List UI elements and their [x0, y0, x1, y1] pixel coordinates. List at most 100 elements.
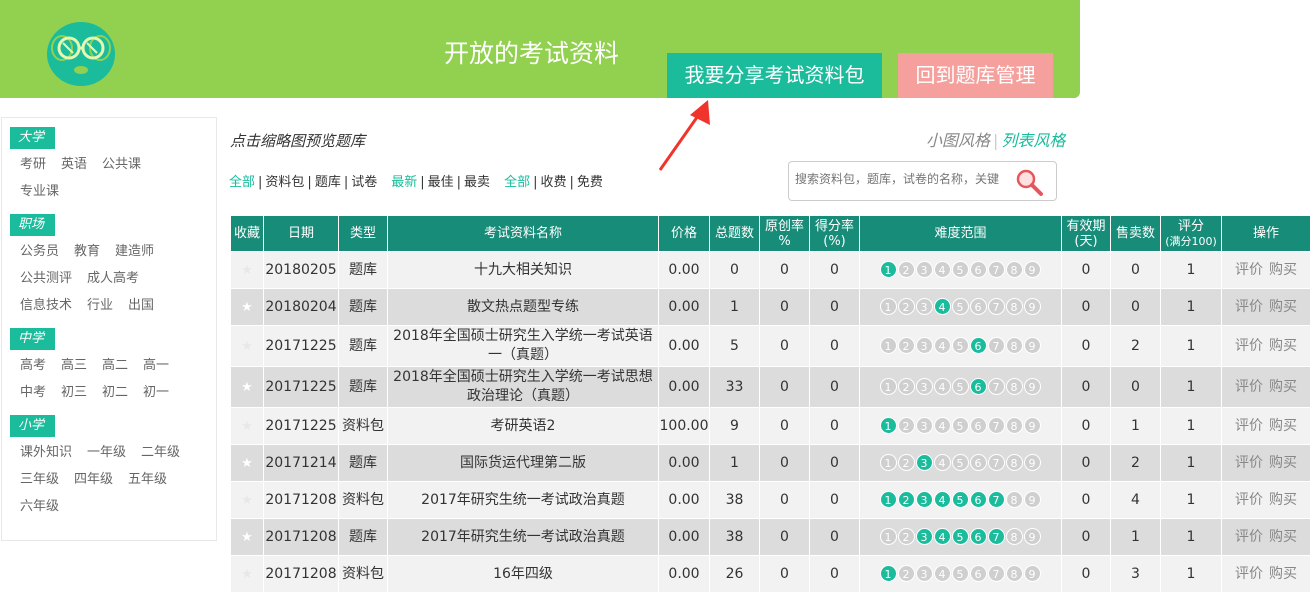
- review-link[interactable]: 评价: [1235, 418, 1263, 434]
- name-cell: 散文热点题型专练: [387, 288, 659, 326]
- sidebar-item[interactable]: 三年级: [20, 466, 59, 493]
- buy-link[interactable]: 购买: [1269, 566, 1297, 582]
- type-cell: 题库: [338, 518, 388, 556]
- difficulty-cell: 123456789: [859, 407, 1062, 445]
- sidebar-item[interactable]: 初一: [143, 379, 169, 406]
- review-link[interactable]: 评价: [1235, 262, 1263, 278]
- buy-link[interactable]: 购买: [1269, 299, 1297, 315]
- difficulty-level: 3: [915, 527, 933, 545]
- sidebar-category-title[interactable]: 职场: [10, 214, 55, 236]
- sidebar-category: 小学 课外知识 一年级 二年级三年级 四年级 五年级六年级: [10, 406, 216, 520]
- sidebar-item[interactable]: 考研: [20, 151, 46, 178]
- star-icon[interactable]: ★: [241, 493, 253, 508]
- buy-link[interactable]: 购买: [1269, 529, 1297, 545]
- ops-cell: 评价 购买: [1221, 407, 1311, 445]
- sidebar-item[interactable]: 公务员: [20, 238, 59, 265]
- name-cell: 16年四级: [387, 555, 659, 593]
- review-link[interactable]: 评价: [1235, 529, 1263, 545]
- back-to-question-bank-button[interactable]: 回到题库管理: [898, 53, 1053, 98]
- sidebar-item[interactable]: 教育: [74, 238, 100, 265]
- difficulty-level: 5: [951, 527, 969, 545]
- sidebar-item[interactable]: 成人高考: [87, 265, 139, 292]
- sidebar-item[interactable]: 课外知识: [20, 439, 72, 466]
- filter-option[interactable]: 免费: [577, 175, 603, 190]
- small-image-view-link[interactable]: 小图风格: [926, 131, 990, 150]
- sidebar-category-title[interactable]: 中学: [10, 328, 55, 350]
- search-icon[interactable]: [1014, 167, 1044, 197]
- star-icon[interactable]: ★: [241, 567, 253, 582]
- filter-option[interactable]: 收费: [540, 175, 566, 190]
- star-icon[interactable]: ★: [241, 300, 253, 315]
- sidebar-item[interactable]: 一年级: [87, 439, 126, 466]
- difficulty-level: 1: [879, 453, 897, 471]
- red-arrow-icon: [658, 100, 710, 171]
- sidebar-category-title[interactable]: 大学: [10, 127, 55, 149]
- buy-link[interactable]: 购买: [1269, 262, 1297, 278]
- sidebar-item[interactable]: 初二: [102, 379, 128, 406]
- sidebar-item[interactable]: 高考: [20, 352, 46, 379]
- valid-cell: 0: [1061, 481, 1111, 519]
- filter-option[interactable]: 全部: [504, 175, 530, 190]
- type-cell: 资料包: [338, 481, 388, 519]
- filter-option[interactable]: 试卷: [351, 175, 377, 190]
- list-view-link[interactable]: 列表风格: [1001, 131, 1065, 150]
- sidebar-item[interactable]: 信息技术: [20, 292, 72, 319]
- review-link[interactable]: 评价: [1235, 566, 1263, 582]
- review-link[interactable]: 评价: [1235, 455, 1263, 471]
- fav-cell: ★: [230, 444, 264, 482]
- category-sidebar: 大学 考研 英语 公共课专业课职场 公务员 教育 建造师公共测评 成人高考信息技术 行业 出国中学…: [1, 117, 217, 541]
- review-link[interactable]: 评价: [1235, 338, 1263, 354]
- filter-option[interactable]: 最新: [391, 175, 417, 190]
- col-name: 考试资料名称: [387, 215, 659, 252]
- difficulty-level: 6: [969, 297, 987, 315]
- buy-link[interactable]: 购买: [1269, 418, 1297, 434]
- sidebar-category-title[interactable]: 小学: [10, 415, 55, 437]
- filter-option[interactable]: 资料包: [265, 175, 304, 190]
- score-cell: 0: [809, 251, 860, 289]
- sidebar-item[interactable]: 二年级: [141, 439, 180, 466]
- sidebar-item[interactable]: 高二: [102, 352, 128, 379]
- sidebar-item[interactable]: 建造师: [115, 238, 154, 265]
- filter-option[interactable]: 最卖: [464, 175, 490, 190]
- filter-option[interactable]: 全部: [229, 175, 255, 190]
- review-link[interactable]: 评价: [1235, 492, 1263, 508]
- filter-option[interactable]: 题库: [315, 175, 341, 190]
- star-icon[interactable]: ★: [241, 456, 253, 471]
- type-cell: 题库: [338, 288, 388, 326]
- star-icon[interactable]: ★: [241, 339, 253, 354]
- sidebar-item[interactable]: 公共课: [102, 151, 141, 178]
- col-orig: 原创率%: [759, 215, 810, 252]
- share-material-button[interactable]: 我要分享考试资料包: [667, 53, 882, 98]
- sidebar-item[interactable]: 中考: [20, 379, 46, 406]
- sidebar-item[interactable]: 高三: [61, 352, 87, 379]
- sidebar-item[interactable]: 六年级: [20, 493, 59, 520]
- review-link[interactable]: 评价: [1235, 379, 1263, 395]
- sidebar-item[interactable]: 行业: [87, 292, 113, 319]
- total-cell: 26: [709, 555, 760, 593]
- sidebar-item[interactable]: 公共测评: [20, 265, 72, 292]
- price-cell: 0.00: [658, 555, 710, 593]
- sidebar-item[interactable]: 英语: [61, 151, 87, 178]
- sidebar-item[interactable]: 高一: [143, 352, 169, 379]
- filter-option[interactable]: 最佳: [428, 175, 454, 190]
- star-icon[interactable]: ★: [241, 380, 253, 395]
- col-score-line1: 得分率: [814, 218, 854, 234]
- star-icon[interactable]: ★: [241, 419, 253, 434]
- review-link[interactable]: 评价: [1235, 299, 1263, 315]
- sidebar-item[interactable]: 出国: [128, 292, 154, 319]
- buy-link[interactable]: 购买: [1269, 492, 1297, 508]
- buy-link[interactable]: 购买: [1269, 379, 1297, 395]
- sidebar-item[interactable]: 专业课: [20, 178, 59, 205]
- star-icon[interactable]: ★: [241, 530, 253, 545]
- search-input[interactable]: [795, 172, 1005, 186]
- date-cell: 20171208: [263, 481, 339, 519]
- difficulty-level: 6: [969, 336, 987, 354]
- filter-divider: |: [420, 175, 425, 190]
- sidebar-item[interactable]: 五年级: [128, 466, 167, 493]
- star-icon[interactable]: ★: [241, 263, 253, 278]
- buy-link[interactable]: 购买: [1269, 455, 1297, 471]
- buy-link[interactable]: 购买: [1269, 338, 1297, 354]
- sidebar-item[interactable]: 四年级: [74, 466, 113, 493]
- difficulty-cell: 123456789: [859, 481, 1062, 519]
- sidebar-item[interactable]: 初三: [61, 379, 87, 406]
